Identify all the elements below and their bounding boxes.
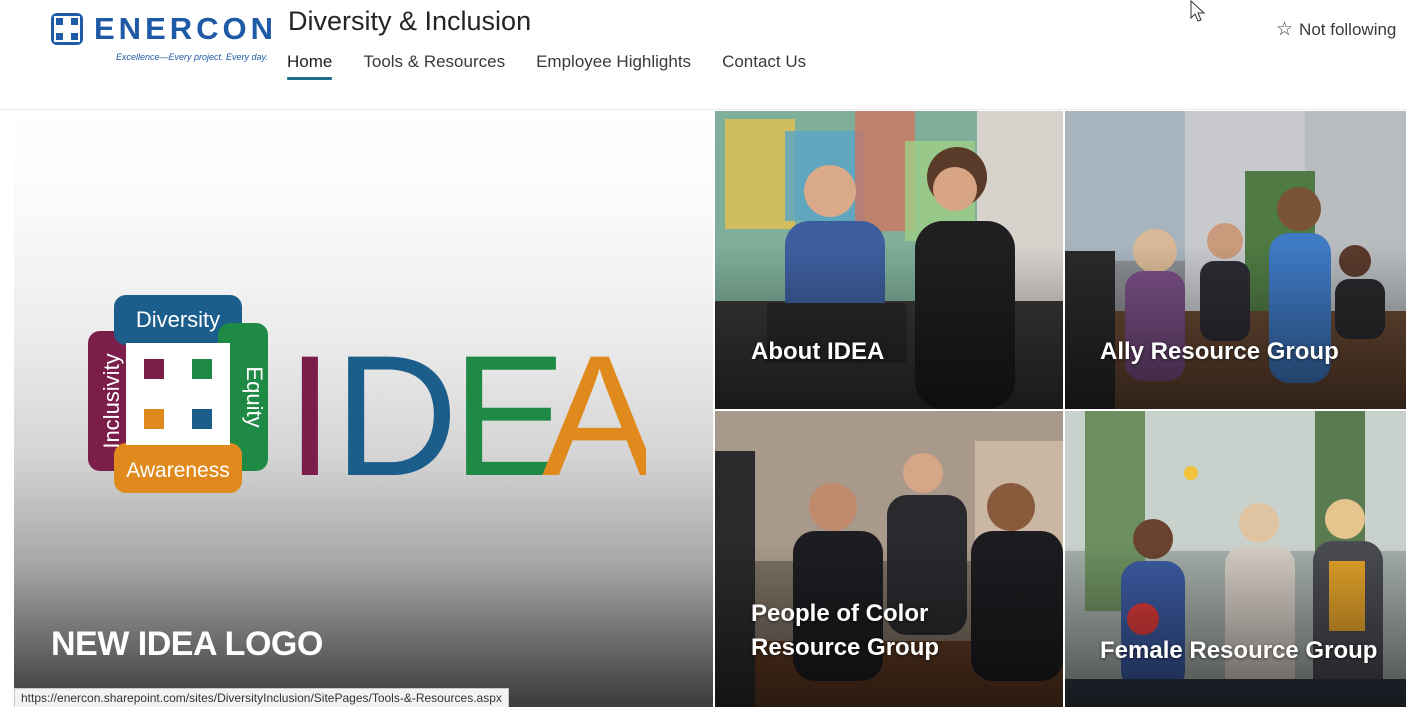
tile-female-resource-group[interactable]: Female Resource Group	[1065, 411, 1406, 707]
status-bar-url: https://enercon.sharepoint.com/sites/Div…	[14, 688, 509, 707]
follow-label: Not following	[1299, 19, 1397, 39]
mouse-cursor-icon	[1190, 0, 1206, 22]
enercon-cross-icon	[51, 13, 83, 45]
logo-word-inclusivity: Inclusivity	[99, 353, 124, 448]
site-header: ENERCON Excellence—Every project. Every …	[0, 0, 1406, 110]
site-title[interactable]: Diversity & Inclusion	[288, 4, 531, 38]
brand-tagline: Excellence—Every project. Every day.	[116, 52, 268, 62]
logo-letter-d: D	[334, 320, 458, 512]
site-navigation: Home Tools & Resources Employee Highligh…	[287, 50, 806, 80]
logo-word-awareness: Awareness	[126, 459, 230, 482]
tile-about-idea[interactable]: About IDEA	[715, 111, 1063, 409]
tile-title-female-resource-group: Female Resource Group	[1100, 637, 1378, 664]
logo-letter-i: I	[286, 320, 334, 512]
logo-word-diversity: Diversity	[136, 307, 220, 332]
nav-tools-resources[interactable]: Tools & Resources	[363, 50, 505, 80]
tile-people-of-color-resource-group[interactable]: People of Color Resource Group	[715, 411, 1063, 707]
hero-main-tile[interactable]: Diversity Equity Awareness Inclusivity I…	[14, 111, 713, 707]
tile-ally-resource-group[interactable]: Ally Resource Group	[1065, 111, 1406, 409]
idea-logo: Diversity Equity Awareness Inclusivity I…	[88, 295, 646, 512]
nav-employee-highlights[interactable]: Employee Highlights	[536, 50, 691, 80]
star-outline-icon: ☆	[1276, 19, 1294, 40]
nav-contact-us[interactable]: Contact Us	[722, 50, 806, 80]
logo-word-equity: Equity	[242, 366, 267, 427]
brand-name: ENERCON	[94, 11, 278, 46]
tile-title-ally-resource-group: Ally Resource Group	[1100, 338, 1339, 365]
hero-main-title: NEW IDEA LOGO	[51, 625, 323, 663]
tile-title-about-idea: About IDEA	[751, 338, 885, 365]
logo-letter-a: A	[542, 320, 646, 512]
nav-home[interactable]: Home	[287, 50, 333, 80]
enercon-logo[interactable]: ENERCON Excellence—Every project. Every …	[50, 10, 273, 66]
tile-title-people-of-color: People of Color Resource Group	[751, 600, 940, 661]
follow-button[interactable]: ☆ Not following	[1276, 18, 1396, 41]
